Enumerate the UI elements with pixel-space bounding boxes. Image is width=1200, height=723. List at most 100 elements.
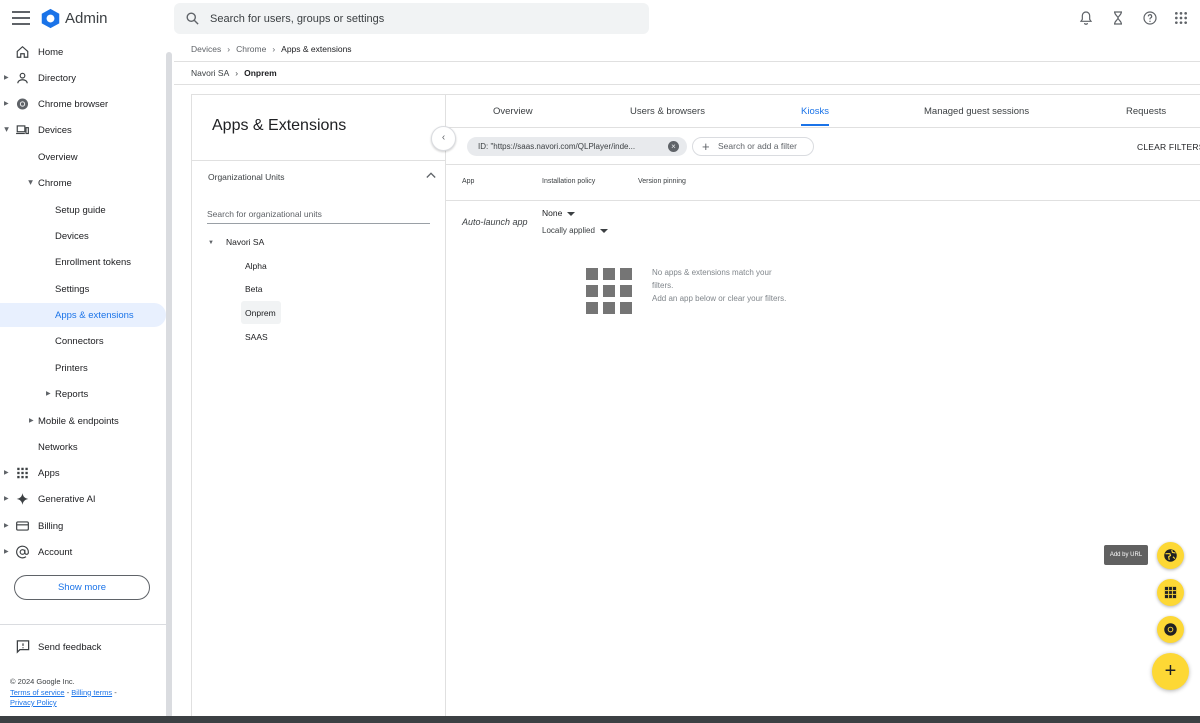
tab-overview[interactable]: Overview (493, 106, 533, 117)
tab-kiosks[interactable]: Kiosks (801, 106, 829, 117)
nav-apps-extensions[interactable]: Apps & extensions (0, 303, 166, 327)
nav-chrome[interactable]: ▶ Chrome (0, 171, 166, 195)
policy-dropdown[interactable]: None (542, 208, 576, 218)
table-header: App Installation policy Version pinning (446, 165, 1200, 201)
dropdown-arrow-icon (567, 211, 576, 216)
nav-apps[interactable]: ▶ Apps (0, 461, 166, 485)
nav-networks[interactable]: Networks (0, 435, 166, 459)
nav-reports[interactable]: ▶ Reports (0, 382, 166, 406)
add-from-store-button[interactable] (1157, 579, 1184, 606)
column-version-pinning: Version pinning (638, 178, 686, 185)
org-unit-panel: Apps & Extensions Organizational Units ▼… (192, 95, 446, 717)
column-app: App (462, 178, 475, 185)
nav-setup-guide[interactable]: Setup guide (0, 198, 166, 222)
expand-arrow-icon: ▶ (4, 75, 9, 81)
table-icon (1164, 586, 1177, 599)
policy-source-dropdown[interactable]: Locally applied (542, 226, 608, 235)
send-feedback-link[interactable]: Send feedback (0, 637, 166, 657)
nav-devices[interactable]: ▶ Devices (0, 118, 166, 142)
nav-account[interactable]: ▶ Account (0, 540, 166, 564)
divider (174, 84, 1200, 85)
show-more-button[interactable]: Show more (14, 575, 150, 600)
breadcrumb: Devices › Chrome › Apps & extensions (191, 44, 352, 54)
collapse-panel-button[interactable]: ‹ (431, 126, 456, 151)
add-by-url-tooltip: Add by URL (1104, 545, 1148, 565)
left-nav: Home ▶ Directory ▶ Chrome browser ▶ Devi… (0, 38, 166, 718)
nav-chrome-devices[interactable]: Devices (0, 224, 166, 248)
nav-enrollment-tokens[interactable]: Enrollment tokens (0, 250, 166, 274)
add-filter-input[interactable]: + Search or add a filter (692, 137, 814, 156)
collapse-arrow-icon: ▶ (26, 180, 33, 185)
left-nav-scrollbar[interactable] (166, 52, 172, 718)
tree-item-saas[interactable]: SAAS (245, 332, 268, 342)
tree-item-beta[interactable]: Beta (245, 284, 263, 294)
nav-directory[interactable]: ▶ Directory (0, 66, 166, 90)
plus-icon: + (1164, 660, 1177, 682)
remove-filter-icon[interactable]: × (668, 141, 679, 152)
global-search[interactable] (174, 3, 649, 34)
app-title[interactable]: Admin (65, 10, 108, 27)
ou-search-input[interactable] (207, 205, 430, 224)
nav-connectors[interactable]: Connectors (0, 329, 166, 353)
ou-header: Organizational Units (208, 172, 285, 182)
tab-bar: Overview Users & browsers Kiosks Managed… (446, 95, 1200, 128)
tree-root[interactable]: Navori SA (226, 237, 264, 247)
divider (174, 61, 1200, 62)
add-chrome-app-button[interactable] (1157, 616, 1184, 643)
person-icon (17, 72, 28, 84)
tree-collapse-icon[interactable]: ▼ (208, 240, 214, 246)
expand-arrow-icon: ▶ (29, 418, 34, 424)
add-by-url-button[interactable] (1157, 542, 1184, 569)
search-icon (186, 12, 199, 25)
breadcrumb-devices[interactable]: Devices (191, 44, 221, 54)
collapse-arrow-icon: ▶ (2, 127, 9, 132)
nav-settings[interactable]: Settings (0, 277, 166, 301)
privacy-link[interactable]: Privacy Policy (10, 698, 57, 707)
nav-devices-overview[interactable]: Overview (0, 145, 166, 169)
add-fab-button[interactable]: + (1152, 653, 1189, 690)
terms-link[interactable]: Terms of service (10, 688, 65, 697)
nav-mobile-endpoints[interactable]: ▶ Mobile & endpoints (0, 409, 166, 433)
nav-divider (0, 624, 166, 625)
apps-empty-icon (586, 268, 632, 314)
ou-breadcrumb-parent[interactable]: Navori SA (191, 68, 229, 78)
chevron-up-icon[interactable] (426, 171, 436, 179)
tree-item-alpha[interactable]: Alpha (245, 261, 267, 271)
nav-billing[interactable]: ▶ Billing (0, 514, 166, 538)
main-menu-icon[interactable] (12, 11, 30, 27)
tab-requests[interactable]: Requests (1126, 106, 1166, 117)
chrome-icon (16, 98, 29, 110)
chrome-icon (1164, 623, 1177, 636)
credit-card-icon (16, 521, 29, 531)
billing-terms-link[interactable]: Billing terms (71, 688, 112, 697)
apps-launcher-icon[interactable] (1173, 10, 1189, 26)
nav-home[interactable]: Home (0, 40, 166, 64)
ou-breadcrumb-current: Onprem (244, 68, 277, 78)
nav-printers[interactable]: Printers (0, 356, 166, 380)
expand-arrow-icon: ▶ (4, 523, 9, 529)
apps-panel: Overview Users & browsers Kiosks Managed… (446, 95, 1200, 717)
plus-icon: + (702, 139, 710, 154)
filter-chip[interactable]: ID: "https://saas.navori.com/QLPlayer/in… (467, 137, 687, 156)
globe-icon (1164, 549, 1177, 562)
expand-arrow-icon: ▶ (4, 496, 9, 502)
expand-arrow-icon: ▶ (46, 391, 51, 397)
tab-users-browsers[interactable]: Users & browsers (630, 106, 705, 117)
global-search-input[interactable] (210, 3, 640, 34)
bell-icon[interactable] (1078, 10, 1094, 26)
breadcrumb-chrome[interactable]: Chrome (236, 44, 266, 54)
devices-icon (16, 125, 29, 135)
expand-arrow-icon: ▶ (4, 101, 9, 107)
hourglass-icon[interactable] (1110, 10, 1126, 26)
feedback-icon (16, 640, 30, 654)
nav-generative-ai[interactable]: ▶ Generative AI (0, 487, 166, 511)
tab-managed-guest-sessions[interactable]: Managed guest sessions (924, 106, 1029, 117)
expand-arrow-icon: ▶ (4, 549, 9, 555)
clear-filters-button[interactable]: CLEAR FILTERS (1137, 142, 1200, 152)
help-icon[interactable] (1142, 10, 1158, 26)
active-tab-indicator (801, 124, 829, 126)
footer-legal: © 2024 Google Inc. Terms of service - Bi… (10, 677, 117, 707)
tree-item-onprem[interactable]: Onprem (241, 301, 281, 324)
chevron-left-icon: ‹ (441, 132, 446, 143)
nav-chrome-browser[interactable]: ▶ Chrome browser (0, 92, 166, 116)
